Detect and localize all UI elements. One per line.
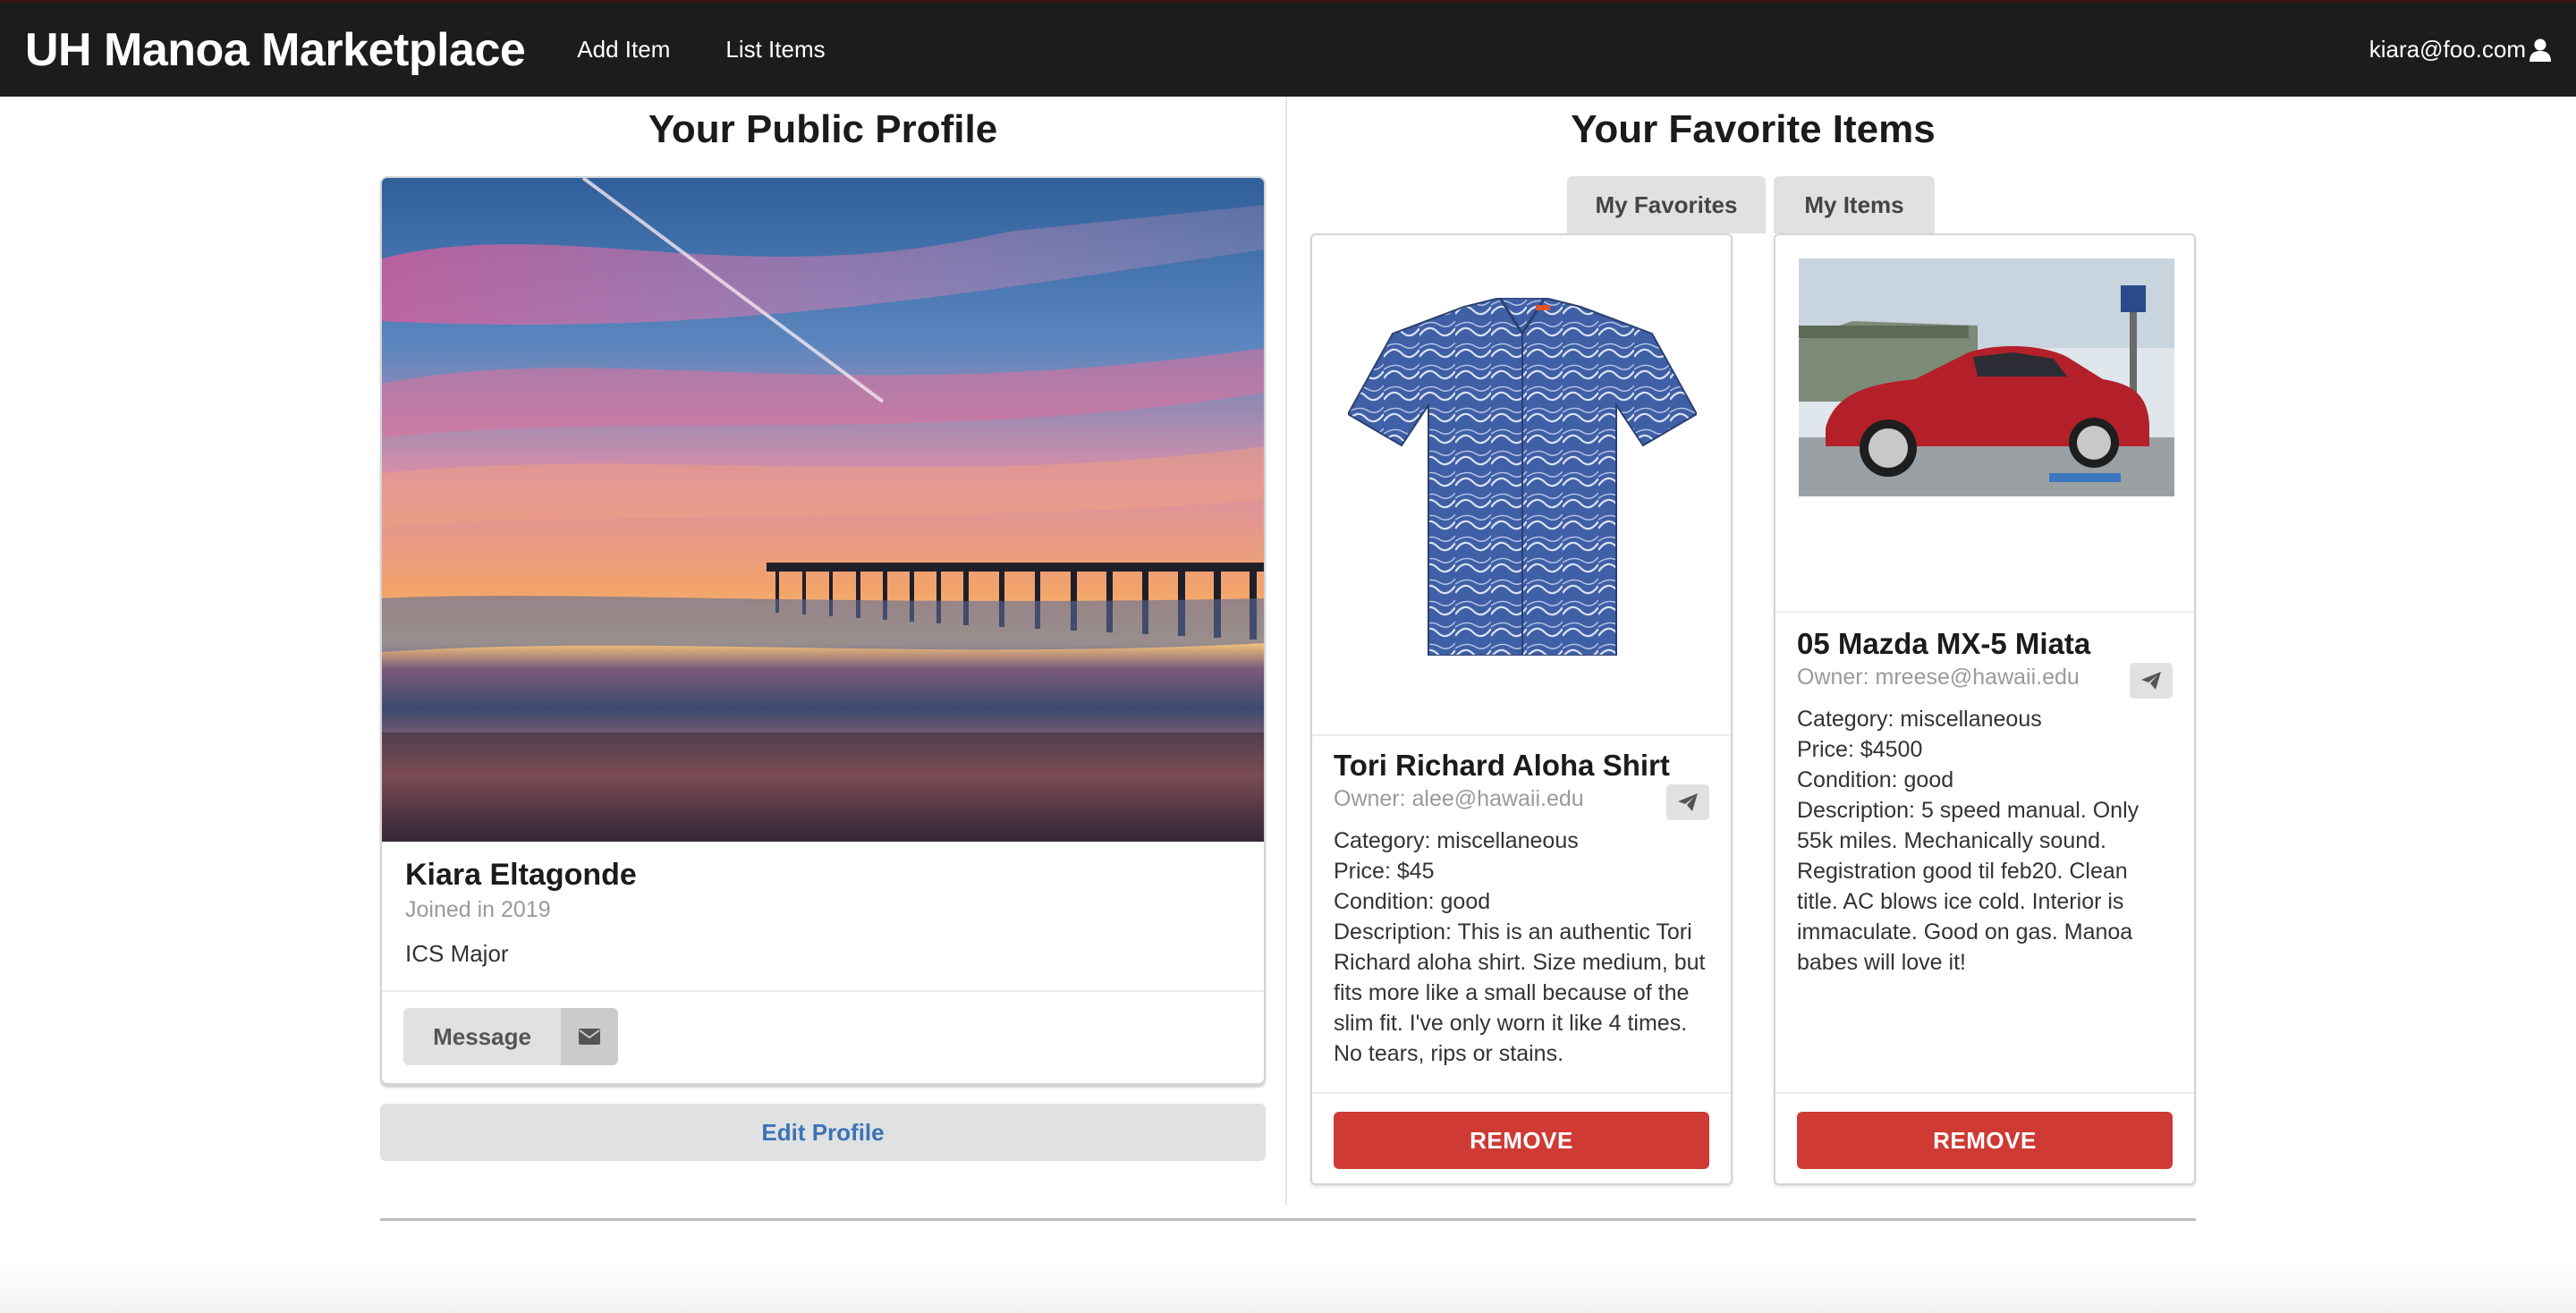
edit-profile-button[interactable]: Edit Profile (380, 1104, 1266, 1161)
profile-card: Kiara Eltagonde Joined in 2019 ICS Major… (380, 176, 1266, 1085)
profile-section-title: Your Public Profile (648, 107, 998, 151)
remove-button[interactable]: REMOVE (1797, 1112, 2173, 1169)
item-owner: Owner: mreese@hawaii.edu (1797, 665, 2080, 690)
item-category: Category: miscellaneous (1797, 707, 2042, 732)
footer-divider (380, 1218, 2196, 1221)
item-card: 05 Mazda MX-5 Miata Owner: mreese@hawaii… (1774, 233, 2196, 1185)
user-menu[interactable]: kiara@foo.com (2369, 36, 2551, 64)
tab-my-favorites[interactable]: My Favorites (1567, 176, 1766, 233)
brand-logo-text[interactable]: UH Manoa Marketplace (25, 23, 526, 77)
paper-plane-icon[interactable] (2130, 663, 2173, 699)
profile-description: ICS Major (405, 940, 509, 967)
aloha-shirt-photo (1348, 298, 1697, 656)
column-divider (1285, 97, 1287, 1206)
card-separator (382, 990, 1264, 992)
item-description: Description: 5 speed manual. Only 55k mi… (1797, 798, 2140, 975)
item-title: 05 Mazda MX-5 Miata (1797, 627, 2091, 660)
red-miata-photo (1799, 258, 2174, 496)
card-separator (1775, 611, 2194, 613)
item-price: Price: $4500 (1797, 737, 1923, 762)
paper-plane-icon[interactable] (1666, 784, 1709, 820)
item-price: Price: $45 (1334, 859, 1435, 884)
card-separator (1312, 734, 1731, 736)
favorites-section-title: Your Favorite Items (1571, 107, 1936, 151)
top-navbar: UH Manoa Marketplace Add Item List Items… (0, 0, 2576, 97)
message-button-label: Message (433, 1022, 531, 1050)
item-details: Category: miscellaneous Price: $45 Condi… (1334, 826, 1709, 1069)
profile-name: Kiara Eltagonde (405, 858, 637, 892)
message-button[interactable]: Message (403, 1008, 618, 1065)
item-category: Category: miscellaneous (1334, 828, 1579, 853)
nav-add-item[interactable]: Add Item (577, 36, 670, 64)
user-icon (2529, 38, 2551, 62)
profile-joined: Joined in 2019 (405, 897, 551, 922)
item-card: Tori Richard Aloha Shirt Owner: alee@haw… (1310, 233, 1733, 1185)
remove-button[interactable]: REMOVE (1334, 1112, 1709, 1169)
tab-my-items[interactable]: My Items (1774, 176, 1935, 233)
card-separator (1775, 1092, 2194, 1094)
item-owner: Owner: alee@hawaii.edu (1334, 786, 1584, 811)
card-separator (1312, 1092, 1731, 1094)
item-description: Description: This is an authentic Tori R… (1334, 919, 1706, 1066)
item-condition: Condition: good (1334, 889, 1491, 914)
item-title: Tori Richard Aloha Shirt (1334, 749, 1670, 782)
item-details: Category: miscellaneous Price: $4500 Con… (1797, 704, 2173, 978)
footer-area (0, 1263, 2576, 1313)
profile-photo (382, 178, 1264, 842)
item-condition: Condition: good (1797, 767, 1954, 792)
nav-list-items[interactable]: List Items (725, 36, 825, 64)
envelope-icon (561, 1008, 618, 1065)
user-email: kiara@foo.com (2368, 36, 2526, 63)
